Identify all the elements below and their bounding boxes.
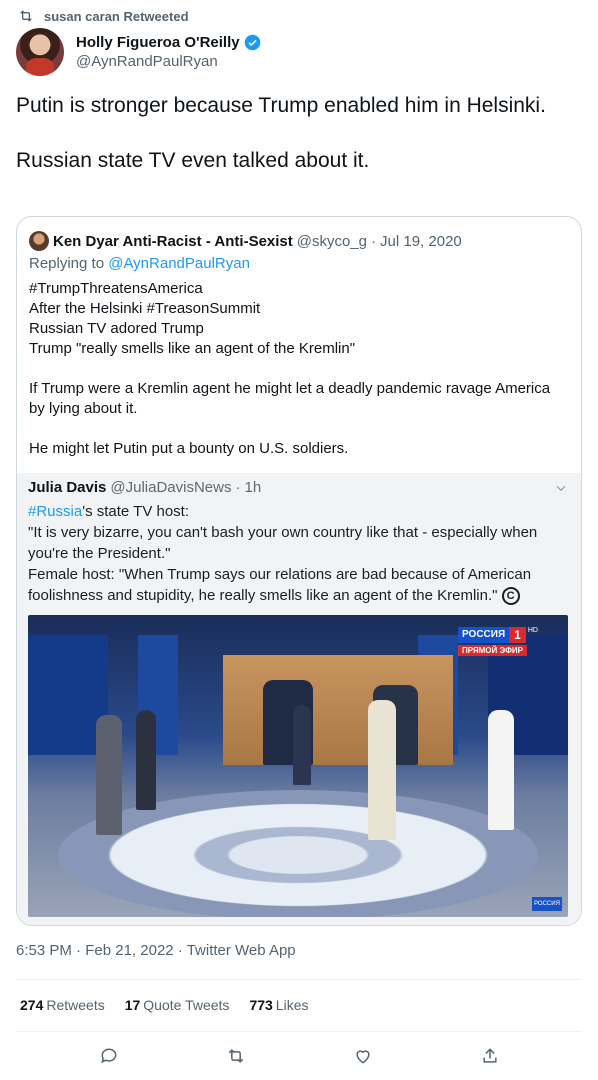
- author-name[interactable]: Holly Figueroa O'Reilly: [76, 34, 261, 51]
- retweets-stat[interactable]: 274 Retweets: [20, 997, 105, 1013]
- divider: [16, 979, 582, 980]
- likes-stat[interactable]: 773 Likes: [249, 997, 308, 1013]
- chevron-down-icon: [556, 485, 566, 492]
- copyright-icon: C: [501, 587, 520, 606]
- corner-logo: РОССИЯ: [532, 897, 562, 911]
- quote-header: Ken Dyar Anti-Racist - Anti-Sexist @skyc…: [29, 231, 462, 251]
- channel-number: 1: [509, 627, 526, 643]
- quote-handle: @skyco_g: [296, 232, 368, 250]
- engagement-stats: 274 Retweets 17 Quote Tweets 773 Likes: [20, 997, 308, 1013]
- studio-screen: [223, 655, 453, 765]
- quote-line: Russian TV adored Trump: [29, 320, 204, 337]
- quote-body: #TrumpThreatensAmerica After the Helsink…: [29, 279, 569, 459]
- reply-icon[interactable]: [99, 1046, 119, 1066]
- action-bar: [0, 1040, 598, 1072]
- avatar[interactable]: [16, 28, 64, 76]
- retweet-banner-text: susan caran Retweeted: [44, 8, 189, 24]
- retweet-banner[interactable]: susan caran Retweeted: [18, 8, 189, 24]
- tweet-header: Holly Figueroa O'Reilly @AynRandPaulRyan: [16, 28, 261, 76]
- like-icon[interactable]: [353, 1046, 373, 1066]
- channel-logo: РОССИЯ 1 HD: [458, 627, 538, 643]
- quote-paragraph: If Trump were a Kremlin agent he might l…: [29, 380, 551, 417]
- verified-badge-icon: [244, 34, 260, 51]
- embed-hashtag: #Russia: [28, 503, 83, 520]
- embed-line1: 's state TV host:: [82, 503, 190, 520]
- tweet-source[interactable]: Twitter Web App: [187, 942, 296, 959]
- divider: [16, 1031, 582, 1032]
- embedded-image[interactable]: Julia Davis @JuliaDavisNews · 1h #Russia…: [17, 473, 581, 925]
- replying-to: Replying to @AynRandPaulRyan: [29, 255, 250, 272]
- hd-label: HD: [527, 627, 538, 634]
- embed-body: #Russia's state TV host: "It is very biz…: [28, 501, 568, 606]
- embed-handle: @JuliaDavisNews: [110, 479, 232, 496]
- quote-line: #TrumpThreatensAmerica: [29, 280, 203, 297]
- quote-paragraph: He might let Putin put a bounty on U.S. …: [29, 440, 349, 457]
- embed-separator: ·: [235, 479, 241, 496]
- tweet-timestamp: 6:53 PM · Feb 21, 2022 · Twitter Web App: [16, 942, 296, 959]
- tweet-paragraph: Russian state TV even talked about it.: [16, 149, 370, 172]
- tweet-text: Putin is stronger because Trump enabled …: [16, 92, 576, 202]
- embed-line3: Female host: "When Trump says our relati…: [28, 566, 532, 604]
- quote-display-name: Ken Dyar Anti-Racist - Anti-Sexist: [53, 232, 293, 250]
- embed-header: Julia Davis @JuliaDavisNews · 1h: [28, 479, 568, 496]
- embed-time: 1h: [244, 479, 262, 496]
- quote-line: Trump "really smells like an agent of th…: [29, 340, 356, 357]
- quote-tweet-card[interactable]: Ken Dyar Anti-Racist - Anti-Sexist @skyc…: [16, 216, 582, 926]
- meta-separator: ·: [76, 942, 82, 959]
- replying-prefix: Replying to: [29, 255, 105, 272]
- quote-line: After the Helsinki #TreasonSummit: [29, 300, 261, 317]
- quote-tweets-stat[interactable]: 17 Quote Tweets: [125, 997, 230, 1013]
- meta-separator: ·: [177, 942, 183, 959]
- author-handle[interactable]: @AynRandPaulRyan: [76, 53, 261, 70]
- channel-name: РОССИЯ: [458, 627, 510, 643]
- embed-line2: "It is very bizarre, you can't bash your…: [28, 524, 538, 562]
- embed-display-name: Julia Davis: [28, 479, 107, 496]
- quote-date: Jul 19, 2020: [380, 232, 462, 250]
- share-icon[interactable]: [480, 1046, 500, 1066]
- author-display-name: Holly Figueroa O'Reilly: [76, 34, 240, 51]
- tweet-date[interactable]: Feb 21, 2022: [85, 942, 173, 959]
- retweet-icon: [20, 10, 32, 22]
- replying-to-link[interactable]: @AynRandPaulRyan: [108, 255, 250, 272]
- quote-separator: ·: [371, 232, 377, 250]
- quote-avatar: [29, 231, 49, 251]
- retweet-icon[interactable]: [226, 1046, 246, 1066]
- studio-floor: [58, 790, 538, 917]
- tweet-paragraph: Putin is stronger because Trump enabled …: [16, 94, 546, 117]
- tv-still-image: РОССИЯ 1 HD ПРЯМОЙ ЭФИР РОССИЯ: [28, 615, 568, 917]
- tweet-time[interactable]: 6:53 PM: [16, 942, 72, 959]
- live-label: ПРЯМОЙ ЭФИР: [458, 645, 527, 656]
